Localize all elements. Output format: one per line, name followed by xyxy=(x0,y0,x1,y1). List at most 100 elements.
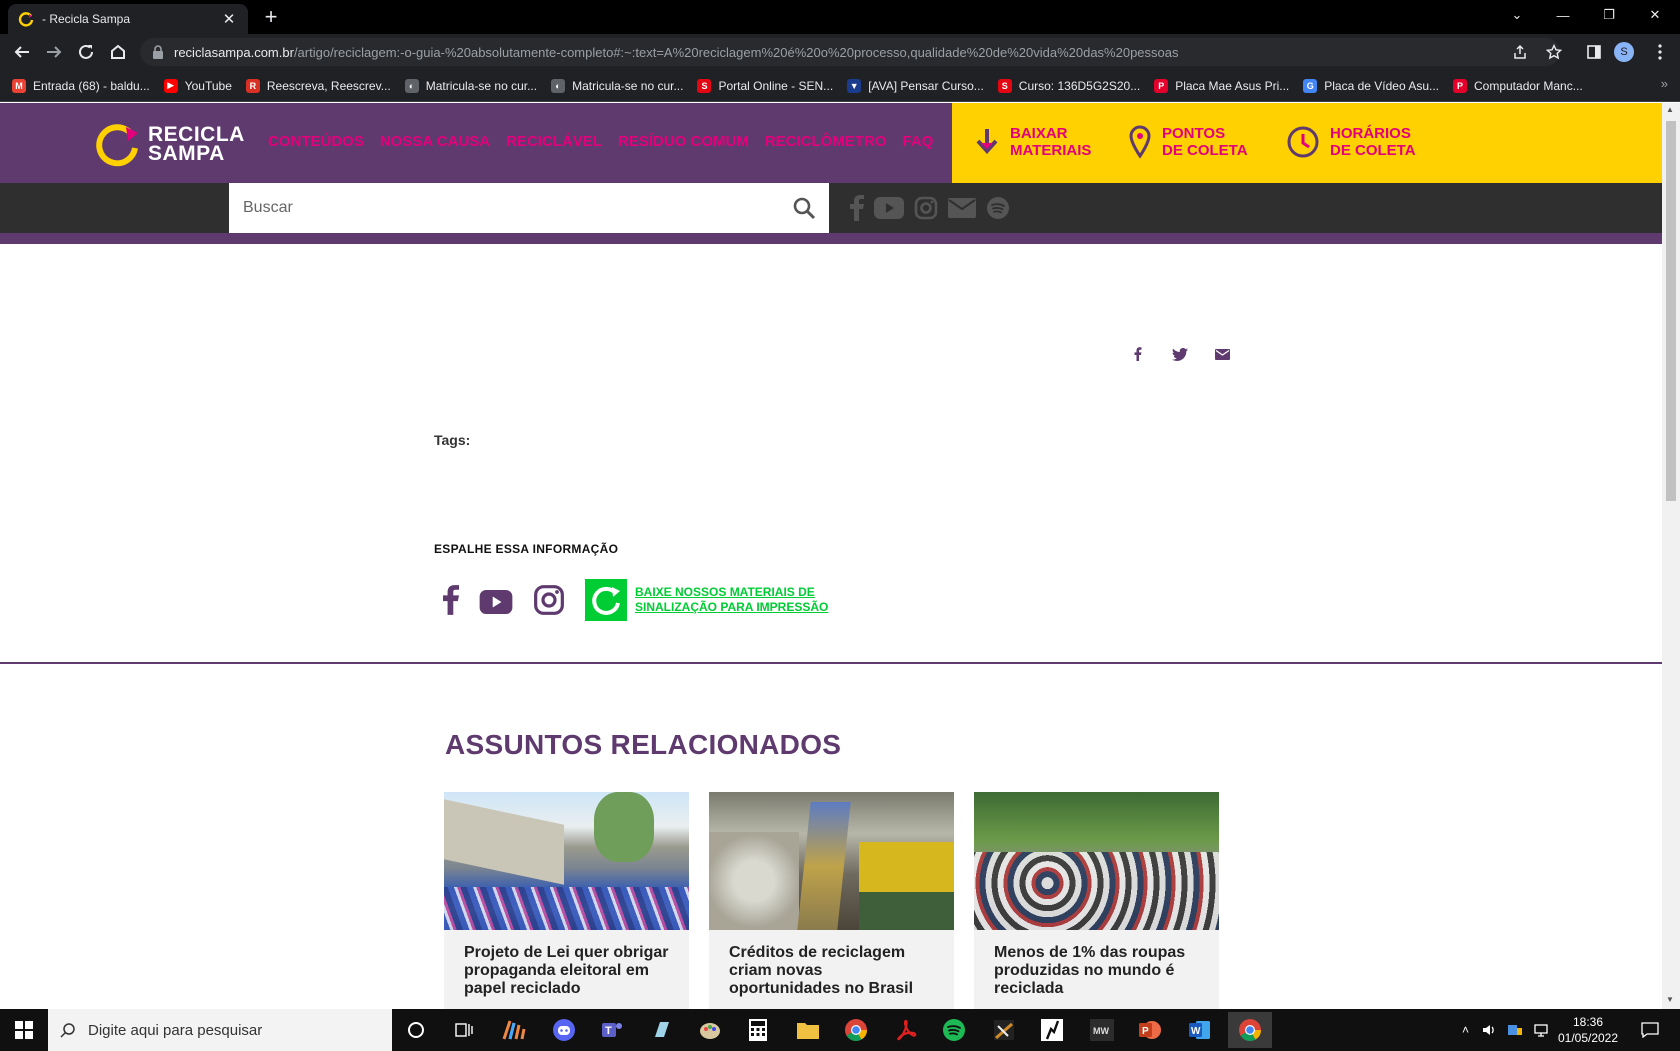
download-materials-button[interactable] xyxy=(585,579,627,621)
browser-menu-button[interactable] xyxy=(1646,38,1674,66)
share-facebook-icon[interactable] xyxy=(1125,341,1151,367)
share-twitter-icon[interactable] xyxy=(1167,341,1193,367)
nav-conteudos[interactable]: CONTEÚDOS xyxy=(268,133,364,150)
related-card[interactable]: Projeto de Lei quer obrigar propaganda e… xyxy=(444,792,689,1009)
file-explorer-icon[interactable] xyxy=(792,1014,824,1046)
word-icon[interactable]: W xyxy=(1184,1014,1216,1046)
chrome-icon[interactable] xyxy=(840,1014,872,1046)
bookmark-item[interactable]: P Computador Manc... xyxy=(1453,78,1583,93)
bookmark-star-button[interactable] xyxy=(1540,38,1568,66)
close-tab-icon[interactable]: ✕ xyxy=(220,10,238,28)
close-window-icon[interactable]: ✕ xyxy=(1632,0,1678,30)
clock-icon xyxy=(1287,126,1319,158)
pontos-de-coleta-link[interactable]: PONTOS DE COLETA xyxy=(1128,125,1248,159)
youtube-icon[interactable] xyxy=(874,197,904,219)
taskbar-search-box[interactable]: Digite aqui para pesquisar xyxy=(48,1009,392,1051)
reload-button[interactable] xyxy=(72,38,100,66)
acrobat-icon[interactable] xyxy=(890,1014,922,1046)
bookmark-item[interactable]: P Placa Mae Asus Pri... xyxy=(1154,78,1289,93)
spotify-icon[interactable] xyxy=(986,196,1010,220)
bookmark-item[interactable]: ◐ Matricula-se no cur... xyxy=(551,78,683,93)
notes-app-icon[interactable] xyxy=(646,1014,678,1046)
recycle-logo-icon xyxy=(96,124,138,167)
footer-youtube-icon[interactable] xyxy=(479,590,513,614)
nav-faq[interactable]: FAQ xyxy=(903,133,934,150)
bookmark-item[interactable]: ▶ YouTube xyxy=(163,78,232,93)
taskbar-clock[interactable]: 18:36 01/05/2022 xyxy=(1556,1014,1620,1046)
restore-window-icon[interactable]: ❐ xyxy=(1586,0,1632,30)
download-materials-link[interactable]: BAIXE NOSSOS MATERIAIS DE SINALIZAÇÃO PA… xyxy=(635,585,835,615)
star-icon xyxy=(1546,44,1562,60)
new-tab-button[interactable]: + xyxy=(258,4,284,30)
home-button[interactable] xyxy=(104,38,132,66)
site-logo[interactable]: RECICLA SAMPA xyxy=(94,121,245,167)
bookmark-item[interactable]: G Placa de Vídeo Asu... xyxy=(1303,78,1439,93)
card-title: Menos de 1% das roupas produzidas no mun… xyxy=(994,944,1186,997)
discord-icon[interactable] xyxy=(548,1014,580,1046)
related-card[interactable]: Menos de 1% das roupas produzidas no mun… xyxy=(974,792,1219,1009)
nav-reciclavel[interactable]: RECICLÁVEL xyxy=(506,133,602,150)
calculator-icon[interactable] xyxy=(742,1014,774,1046)
page-scrollbar[interactable]: ▲ ▼ xyxy=(1662,103,1680,1009)
bookmark-favicon-icon: G xyxy=(1303,78,1318,93)
related-card[interactable]: Créditos de reciclagem criam novas oport… xyxy=(709,792,954,1009)
notification-center-icon[interactable] xyxy=(1634,1014,1666,1046)
bookmark-item[interactable]: S Curso: 136D5G2S20... xyxy=(997,78,1141,93)
bookmark-label: Curso: 136D5G2S20... xyxy=(1018,78,1141,93)
task-view-icon[interactable] xyxy=(448,1014,480,1046)
share-button[interactable] xyxy=(1506,38,1534,66)
teams-icon[interactable]: T xyxy=(596,1014,628,1046)
footer-instagram-icon[interactable] xyxy=(533,584,565,616)
app-icon-colorful[interactable] xyxy=(498,1014,530,1046)
baixar-materiais-link[interactable]: BAIXAR MATERIAIS xyxy=(974,125,1091,159)
scroll-down-icon[interactable]: ▼ xyxy=(1666,995,1674,1004)
url-text: reciclasampa.com.br/artigo/reciclagem:-o… xyxy=(174,44,1179,60)
powerpoint-icon[interactable]: P xyxy=(1134,1014,1166,1046)
bookmark-item[interactable]: M Entrada (68) - baldu... xyxy=(12,78,150,93)
search-input[interactable] xyxy=(243,199,779,217)
mw-game-icon[interactable]: MW xyxy=(1086,1014,1118,1046)
card-title: Créditos de reciclagem criam novas oport… xyxy=(729,944,914,997)
bookmark-favicon-icon: S xyxy=(697,78,712,93)
card-title: Projeto de Lei quer obrigar propaganda e… xyxy=(464,944,669,997)
bookmark-item[interactable]: S Portal Online - SEN... xyxy=(697,78,833,93)
svg-text:T: T xyxy=(605,1025,612,1037)
profile-avatar[interactable]: S xyxy=(1614,42,1634,62)
bookmark-favicon-icon: ◐ xyxy=(551,78,566,93)
game-app-icon[interactable] xyxy=(988,1014,1020,1046)
email-icon[interactable] xyxy=(948,198,976,218)
forward-button[interactable] xyxy=(40,38,68,66)
spotify-taskbar-icon[interactable] xyxy=(938,1014,970,1046)
meet-now-icon[interactable] xyxy=(1507,1022,1523,1038)
footer-facebook-icon[interactable] xyxy=(443,585,459,615)
share-email-icon[interactable] xyxy=(1209,341,1235,367)
bookmark-item[interactable]: R Reescreva, Reescrev... xyxy=(245,78,391,93)
nav-reciclometro[interactable]: RECICLÔMETRO xyxy=(765,133,887,150)
bookmarks-overflow-icon[interactable]: » xyxy=(1661,76,1668,91)
search-button[interactable] xyxy=(779,183,829,233)
volume-icon[interactable] xyxy=(1481,1022,1497,1038)
start-button[interactable] xyxy=(0,1009,48,1051)
chrome-active-icon[interactable] xyxy=(1228,1012,1272,1048)
paint-app-icon[interactable] xyxy=(694,1014,726,1046)
address-bar[interactable]: reciclasampa.com.br/artigo/reciclagem:-o… xyxy=(140,38,1560,66)
minimize-window-icon[interactable]: — xyxy=(1540,0,1586,30)
browser-tab-active[interactable]: - Recicla Sampa ✕ xyxy=(8,4,248,34)
facebook-icon[interactable] xyxy=(850,195,864,221)
tab-search-chevron-icon[interactable]: ⌄ xyxy=(1494,0,1540,30)
network-icon[interactable] xyxy=(1533,1022,1549,1038)
scrollbar-thumb[interactable] xyxy=(1666,121,1676,501)
nav-residuo-comum[interactable]: RESÍDUO COMUM xyxy=(618,133,749,150)
bookmark-item[interactable]: ◐ Matricula-se no cur... xyxy=(404,78,537,93)
horarios-de-coleta-link[interactable]: HORÁRIOS DE COLETA xyxy=(1286,125,1416,159)
instagram-icon[interactable] xyxy=(914,196,938,220)
bookmark-favicon-icon: ◐ xyxy=(404,78,419,93)
counter-strike-icon[interactable] xyxy=(1036,1014,1068,1046)
side-panel-button[interactable] xyxy=(1580,38,1608,66)
bookmark-item[interactable]: ▼ [AVA] Pensar Curso... xyxy=(847,78,984,93)
back-button[interactable] xyxy=(8,38,36,66)
cortana-icon[interactable] xyxy=(400,1014,432,1046)
tray-expand-icon[interactable]: ˄ xyxy=(1462,1023,1469,1037)
nav-nossa-causa[interactable]: NOSSA CAUSA xyxy=(380,133,490,150)
scroll-up-icon[interactable]: ▲ xyxy=(1666,105,1674,114)
